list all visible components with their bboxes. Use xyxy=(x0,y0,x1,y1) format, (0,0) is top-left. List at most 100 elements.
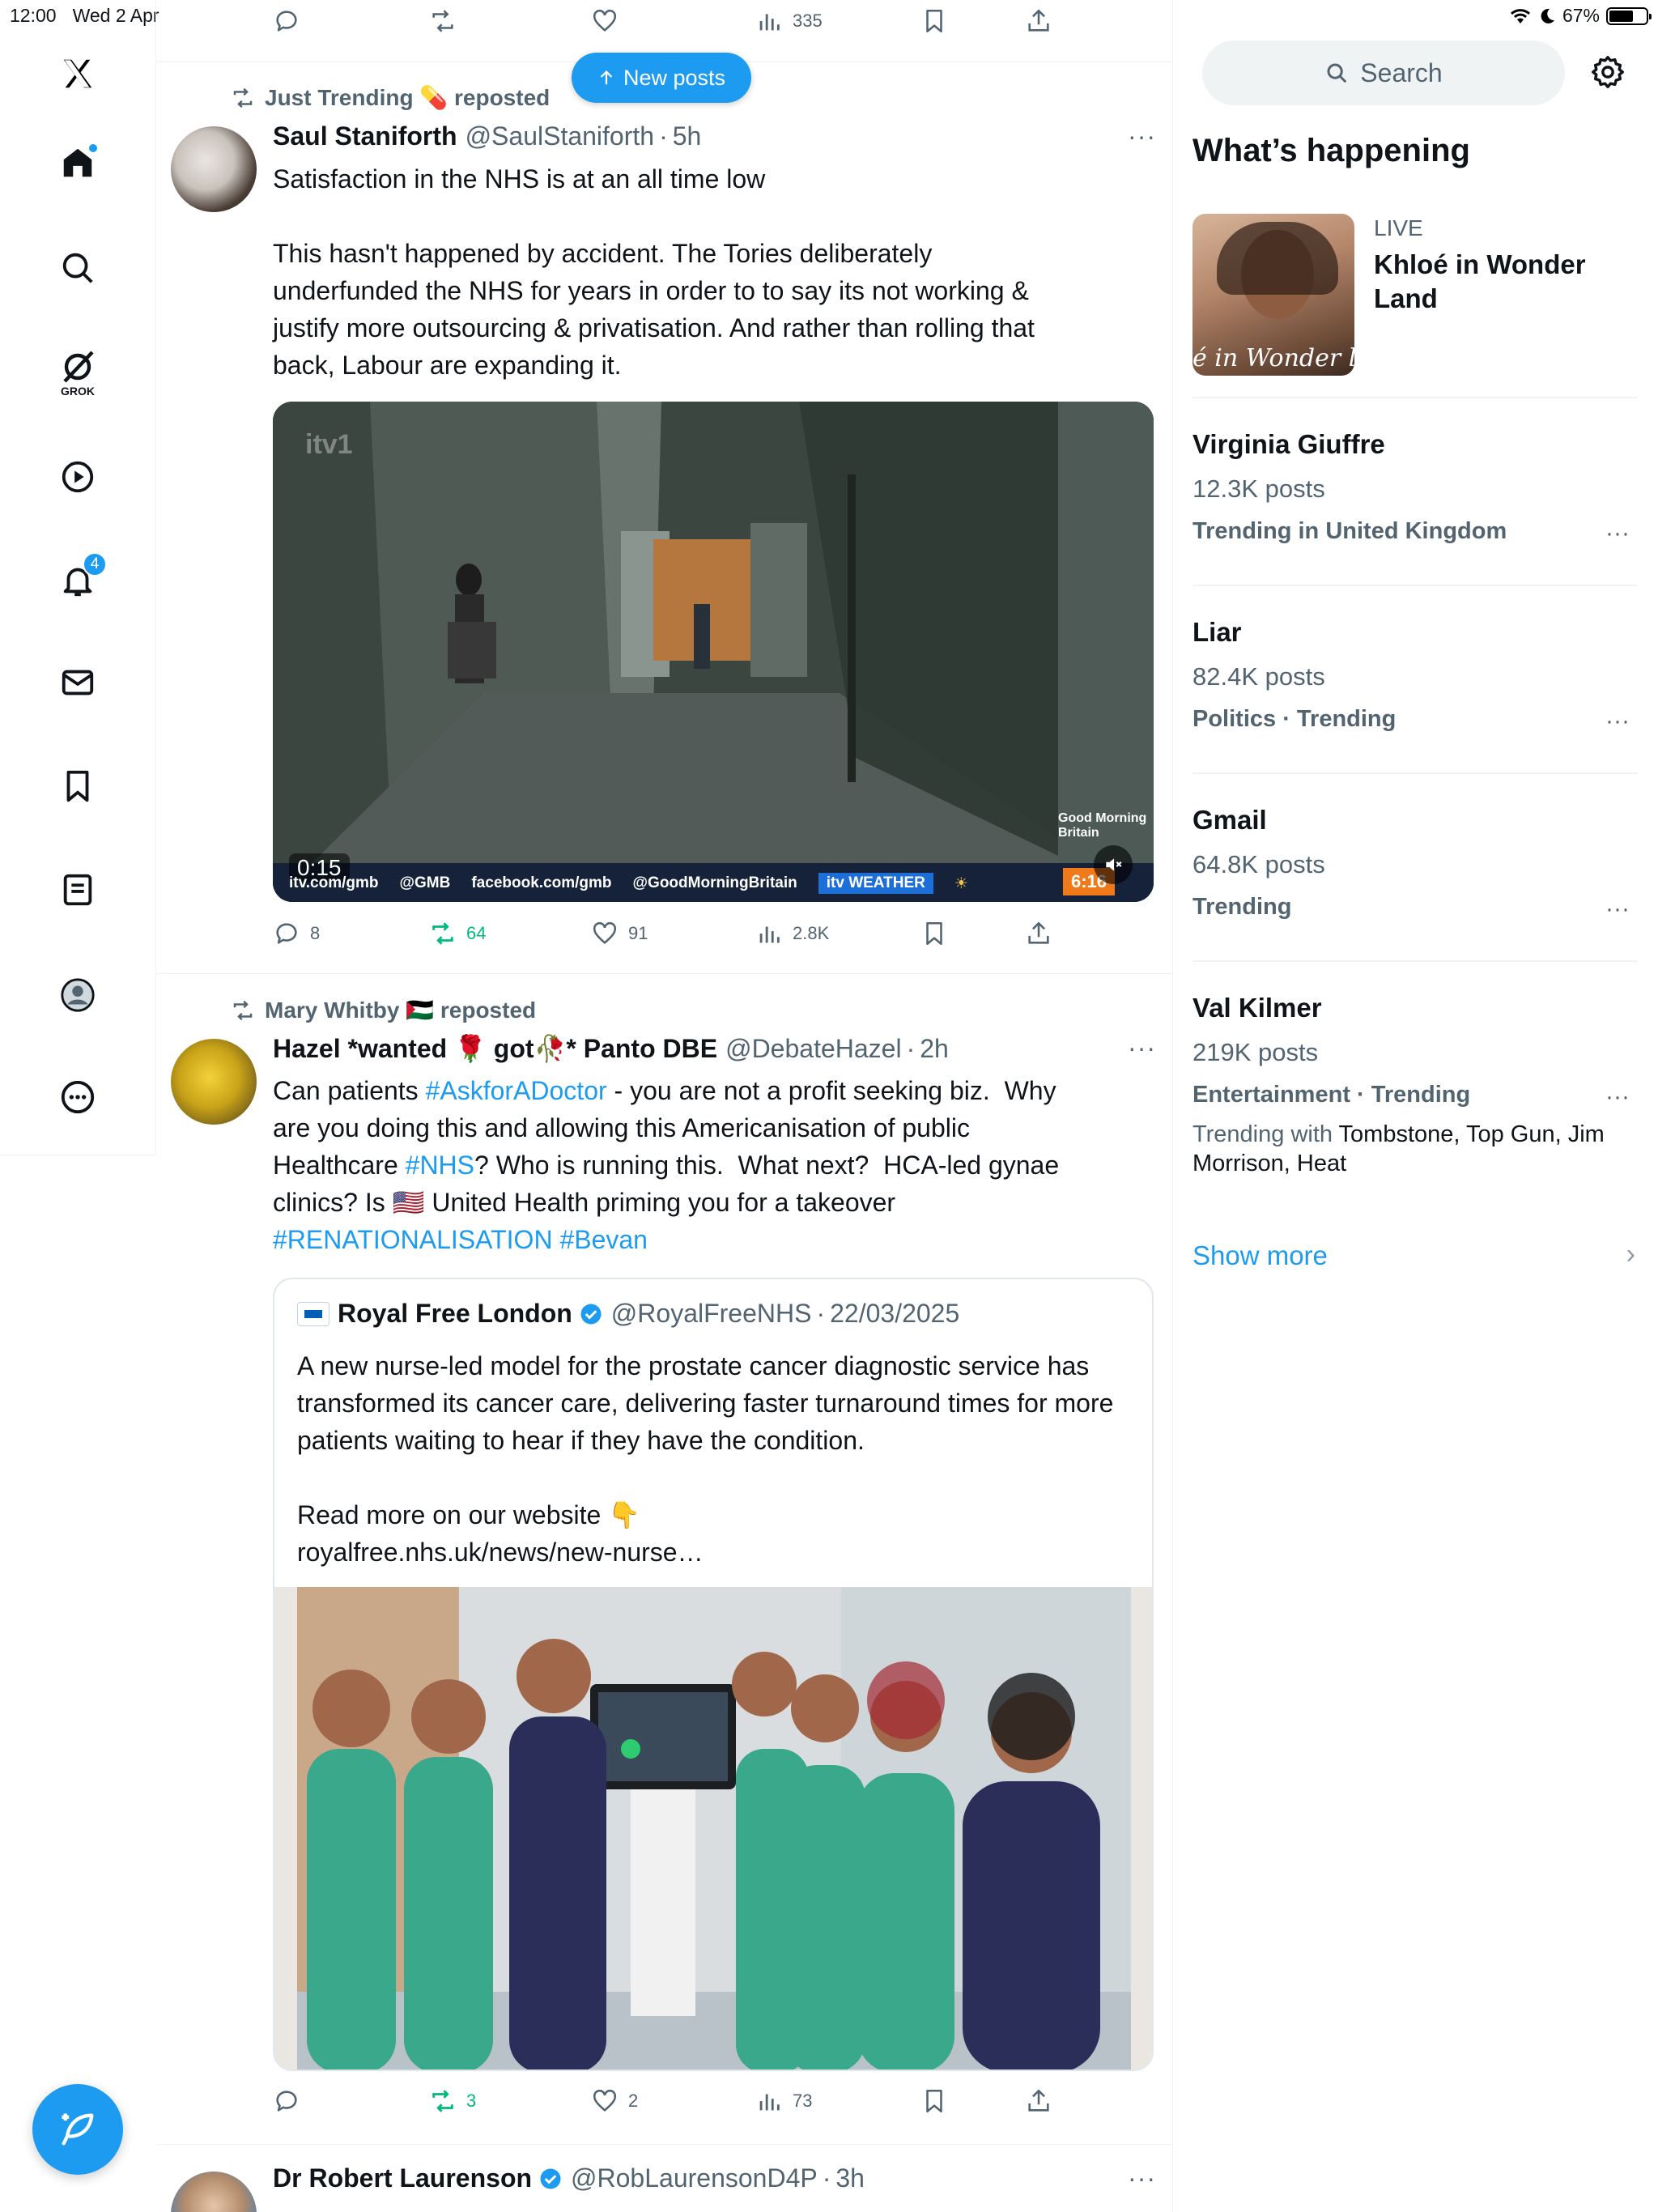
trend-more-options-icon[interactable]: ··· xyxy=(1605,708,1630,735)
bookmarks-icon[interactable] xyxy=(39,758,117,815)
quote-author-name[interactable]: Royal Free London xyxy=(338,1299,572,1329)
post-time[interactable]: 2h xyxy=(920,1034,949,1064)
video-play-icon[interactable] xyxy=(39,449,117,505)
trend-post-count: 82.4K posts xyxy=(1192,662,1325,691)
chevron-right-icon[interactable]: › xyxy=(1626,1239,1635,1270)
quoted-post[interactable]: Royal Free London @RoyalFreeNHS · 22/03/… xyxy=(273,1278,1154,2071)
reply-icon xyxy=(276,2091,297,2112)
author-name[interactable]: Hazel *wanted 🌹 got🥀* Panto DBE xyxy=(273,1033,717,1064)
repost-icon xyxy=(233,1000,253,1020)
views-count: 2.8K xyxy=(793,923,830,943)
trend-name: Val Kilmer xyxy=(1192,993,1322,1023)
author-avatar[interactable] xyxy=(171,126,257,212)
repost-button[interactable] xyxy=(429,3,457,39)
trend-item[interactable]: Virginia Giuffre 12.3K posts Trending in… xyxy=(1192,429,1646,547)
post-header: Hazel *wanted 🌹 got🥀* Panto DBE @DebateH… xyxy=(273,1033,949,1064)
author-avatar[interactable] xyxy=(171,1039,257,1125)
bookmark-button[interactable] xyxy=(920,916,948,951)
like-button[interactable]: 91 xyxy=(591,916,648,951)
reply-button[interactable]: 8 xyxy=(273,916,320,951)
share-icon xyxy=(1028,2089,1049,2112)
views-count: 73 xyxy=(793,2091,813,2111)
trend-item[interactable]: Gmail 64.8K posts Trending ··· xyxy=(1192,805,1646,923)
more-options-icon[interactable] xyxy=(39,1069,117,1125)
home-icon[interactable] xyxy=(39,134,117,191)
quote-author-handle[interactable]: @RoyalFreeNHS xyxy=(611,1299,812,1329)
post-more-options-icon[interactable]: ··· xyxy=(1128,1033,1156,1063)
author-name[interactable]: Saul Staniforth xyxy=(273,121,457,151)
author-name[interactable]: Dr Robert Laurenson xyxy=(273,2163,532,2193)
good-morning-britain-logo: Good Morning Britain xyxy=(1058,811,1147,840)
trend-divider xyxy=(1192,585,1638,586)
home-unread-dot xyxy=(87,143,99,154)
quote-date[interactable]: 22/03/2025 xyxy=(830,1299,959,1329)
post-more-options-icon[interactable]: ··· xyxy=(1128,2163,1156,2193)
views-count: 335 xyxy=(793,11,823,31)
hashtag-link[interactable]: #Bevan xyxy=(559,1225,648,1254)
notifications-bell-icon[interactable]: 4 xyxy=(39,552,117,609)
views-button[interactable]: 2.8K xyxy=(755,916,829,951)
quote-text: A new nurse-led model for the prostate c… xyxy=(297,1351,1114,1567)
quote-header: Royal Free London @RoyalFreeNHS · 22/03/… xyxy=(338,1299,959,1329)
search-icon[interactable] xyxy=(39,240,117,296)
share-icon xyxy=(1028,9,1049,32)
quote-photo-staff-group xyxy=(274,1587,1152,2069)
trend-post-count: 64.8K posts xyxy=(1192,850,1325,878)
share-button[interactable] xyxy=(1025,3,1052,39)
mute-button[interactable] xyxy=(1094,845,1133,884)
settings-gear-icon[interactable] xyxy=(1589,53,1626,91)
repost-count: 3 xyxy=(466,2091,477,2111)
post-video[interactable]: itv1 Good Morning Britain 0:15 itv.com/g… xyxy=(273,402,1154,902)
bookmark-button[interactable] xyxy=(920,2083,948,2119)
trend-post-count: 219K posts xyxy=(1192,1038,1319,1066)
repost-button[interactable]: 3 xyxy=(429,2083,476,2119)
hashtag-link[interactable]: #NHS xyxy=(406,1151,474,1180)
featured-image-text: é in Wonder l xyxy=(1192,344,1354,372)
post-time[interactable]: 3h xyxy=(835,2163,865,2193)
hashtag-link[interactable]: #RENATIONALISATION xyxy=(273,1225,553,1254)
trend-name: Liar xyxy=(1192,617,1242,647)
trend-more-options-icon[interactable]: ··· xyxy=(1605,1083,1630,1111)
trend-divider xyxy=(1192,772,1638,774)
author-handle[interactable]: @RobLaurensonD4P xyxy=(571,2163,818,2193)
share-button[interactable] xyxy=(1025,916,1052,951)
show-more-link[interactable]: Show more xyxy=(1192,1240,1328,1271)
repost-attribution[interactable]: Mary Whitby 🇵🇸 reposted xyxy=(231,997,536,1023)
featured-event-image[interactable]: é in Wonder l xyxy=(1192,214,1354,376)
views-button[interactable]: 73 xyxy=(755,2083,812,2119)
search-input[interactable]: Search xyxy=(1202,40,1565,105)
featured-event-title[interactable]: Khloé in Wonder Land xyxy=(1374,248,1633,316)
reply-button[interactable] xyxy=(273,3,300,39)
grok-icon[interactable]: GROK xyxy=(39,340,117,405)
bookmark-icon xyxy=(926,921,942,946)
profile-avatar-icon[interactable] xyxy=(39,967,117,1023)
reply-button[interactable] xyxy=(273,2083,310,2119)
trend-item[interactable]: Val Kilmer 219K posts Entertainment · Tr… xyxy=(1192,993,1646,1178)
heart-icon xyxy=(593,921,617,945)
author-handle[interactable]: @DebateHazel xyxy=(725,1034,901,1064)
repost-attribution[interactable]: Just Trending 💊 reposted xyxy=(231,84,550,111)
author-avatar[interactable] xyxy=(171,2172,257,2212)
views-button[interactable]: 335 xyxy=(755,3,823,39)
share-button[interactable] xyxy=(1025,2083,1052,2119)
post-text: Can patients #AskforADoctor - you are no… xyxy=(273,1072,1082,1258)
trend-item[interactable]: Liar 82.4K posts Politics · Trending ··· xyxy=(1192,617,1646,735)
video-ticker: itv.com/gmb @GMB facebook.com/gmb @GoodM… xyxy=(273,865,1154,902)
messages-mail-icon[interactable] xyxy=(39,654,117,711)
post-more-options-icon[interactable]: ··· xyxy=(1128,121,1156,151)
compose-post-button[interactable] xyxy=(32,2084,123,2175)
lists-icon[interactable] xyxy=(39,861,117,918)
author-handle[interactable]: @SaulStaniforth xyxy=(466,121,655,151)
trend-more-options-icon[interactable]: ··· xyxy=(1605,520,1630,547)
x-logo-icon[interactable] xyxy=(39,45,117,102)
new-posts-button[interactable]: New posts xyxy=(572,53,751,103)
post-time[interactable]: 5h xyxy=(673,121,702,151)
hashtag-link[interactable]: #AskforADoctor xyxy=(426,1076,607,1105)
trend-more-options-icon[interactable]: ··· xyxy=(1605,895,1630,923)
like-button[interactable]: 2 xyxy=(591,2083,638,2119)
trend-context: Politics · Trending xyxy=(1192,706,1397,732)
post-divider xyxy=(156,2144,1172,2145)
bookmark-button[interactable] xyxy=(920,3,948,39)
like-button[interactable] xyxy=(591,3,619,39)
repost-button[interactable]: 64 xyxy=(429,916,486,951)
